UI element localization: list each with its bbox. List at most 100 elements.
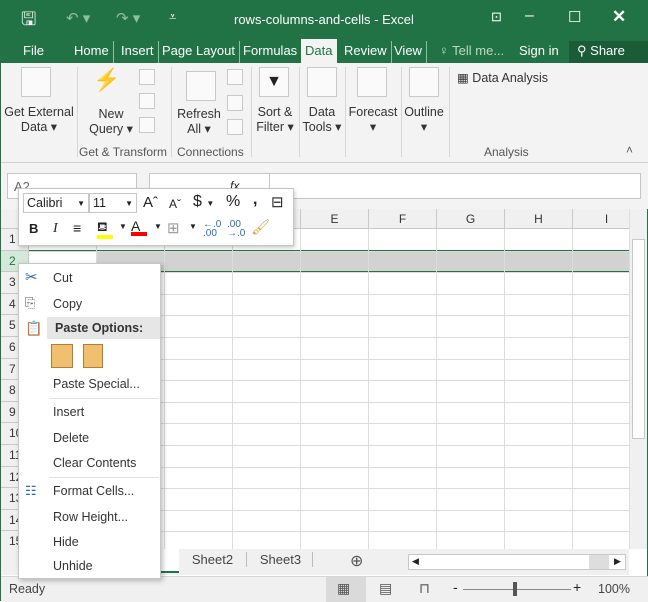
fill-color-dropdown[interactable]: ▼ bbox=[119, 222, 127, 231]
borders-icon[interactable]: ⊞ bbox=[167, 219, 180, 237]
menu-item-clear-contents[interactable]: Clear Contents bbox=[53, 456, 136, 470]
increase-font-icon[interactable]: Aˆ bbox=[143, 194, 158, 211]
menu-item-cut[interactable]: Cut bbox=[53, 271, 72, 285]
refresh-all-button[interactable]: Refresh All ▾ bbox=[175, 107, 223, 137]
percent-icon[interactable]: % bbox=[226, 193, 240, 211]
get-external-data-button[interactable]: Get External Data ▾ bbox=[3, 105, 75, 135]
data-analysis-button[interactable]: ▦ Data Analysis bbox=[457, 71, 548, 86]
currency-icon[interactable]: $ ▼ bbox=[193, 193, 214, 211]
column-header[interactable]: I bbox=[573, 209, 629, 229]
column-header[interactable]: H bbox=[505, 209, 573, 229]
tab-file[interactable]: File bbox=[19, 41, 48, 63]
column-header[interactable]: E bbox=[301, 209, 369, 229]
page-break-view-icon[interactable]: ⊓ bbox=[419, 580, 430, 597]
normal-view-icon[interactable]: ▦ bbox=[337, 580, 350, 597]
tab-insert[interactable]: Insert bbox=[117, 41, 159, 63]
decrease-font-icon[interactable]: Aˇ bbox=[169, 197, 181, 211]
save-icon[interactable]: 🖫 bbox=[21, 7, 36, 37]
menu-item-delete[interactable]: Delete bbox=[53, 431, 89, 445]
zoom-out-icon[interactable]: - bbox=[453, 579, 458, 595]
sort-filter-button[interactable]: Sort & Filter ▾ bbox=[253, 105, 297, 135]
column-header[interactable]: G bbox=[437, 209, 505, 229]
menu-item-insert[interactable]: Insert bbox=[53, 405, 84, 419]
horizontal-scrollbar[interactable]: ◀ ▶ bbox=[408, 554, 626, 570]
scroll-right-icon[interactable]: ▶ bbox=[614, 556, 621, 567]
paste-options-label: Paste Options: bbox=[55, 321, 144, 335]
minimize-icon[interactable]: – bbox=[525, 7, 534, 25]
menu-item-row-height[interactable]: Row Height... bbox=[53, 510, 128, 524]
increase-decimal-icon[interactable]: ←.0.00 bbox=[203, 220, 221, 239]
borders-dropdown[interactable]: ▼ bbox=[189, 222, 197, 231]
comma-style-icon[interactable]: , bbox=[253, 191, 257, 209]
connections-icon[interactable] bbox=[227, 69, 243, 85]
show-queries-icon[interactable] bbox=[139, 69, 155, 85]
sheet-tab-sheet2[interactable]: Sheet2 bbox=[179, 552, 247, 567]
tell-me-search[interactable]: ♀ Tell me... bbox=[435, 41, 508, 63]
from-table-icon[interactable] bbox=[139, 93, 155, 109]
ribbon-data: Get External Data ▾ ⚡ New Query ▾ Get & Tr… bbox=[1, 63, 648, 163]
redo-icon[interactable]: ↷ ▾ bbox=[116, 9, 140, 27]
menu-item-hide[interactable]: Hide bbox=[53, 535, 79, 549]
refresh-icon bbox=[186, 71, 216, 101]
maximize-icon[interactable]: ☐ bbox=[568, 8, 581, 26]
format-cells-icon: ☷ bbox=[25, 483, 37, 498]
tab-formulas[interactable]: Formulas bbox=[239, 41, 301, 63]
scroll-thumb[interactable] bbox=[632, 239, 645, 439]
menu-item-paste-special[interactable]: Paste Special... bbox=[53, 377, 140, 391]
column-header[interactable]: F bbox=[369, 209, 437, 229]
scroll-left-icon[interactable]: ◀ bbox=[412, 556, 419, 567]
tab-home[interactable]: Home bbox=[70, 41, 114, 63]
zoom-slider[interactable] bbox=[463, 589, 571, 590]
recent-sources-icon[interactable] bbox=[139, 117, 155, 133]
merge-center-icon[interactable]: ⊟ bbox=[271, 193, 284, 211]
forecast-icon bbox=[357, 67, 387, 97]
page-layout-view-icon[interactable]: ▤ bbox=[379, 580, 392, 597]
sheet-tab-sheet1[interactable] bbox=[161, 549, 179, 573]
format-painter-icon[interactable]: 🖌 bbox=[251, 218, 270, 236]
new-query-button[interactable]: New Query ▾ bbox=[85, 107, 137, 137]
window-title: rows-columns-and-cells - Excel bbox=[234, 12, 414, 27]
edit-links-icon[interactable] bbox=[227, 119, 243, 135]
sign-in-link[interactable]: Sign in bbox=[515, 41, 563, 63]
group-connections: Connections bbox=[177, 145, 244, 159]
font-color-dropdown[interactable]: ▼ bbox=[154, 222, 162, 231]
sheet-tab-sheet3[interactable]: Sheet3 bbox=[249, 552, 313, 567]
tab-review[interactable]: Review bbox=[340, 41, 392, 63]
data-tools-icon bbox=[307, 67, 337, 97]
zoom-in-icon[interactable]: + bbox=[573, 579, 581, 595]
menu-item-copy[interactable]: Copy bbox=[53, 297, 82, 311]
font-name-select[interactable]: Calibri ▼ bbox=[23, 193, 89, 213]
customize-qat-icon[interactable]: ⩡ bbox=[169, 9, 176, 25]
paste-values-icon[interactable] bbox=[83, 344, 103, 368]
bold-icon[interactable]: B bbox=[29, 221, 38, 236]
mini-toolbar: Calibri ▼ 11 ▼ Aˆ Aˇ $ ▼ % , ⊟ B I ≡ ⛾ ▼ A… bbox=[18, 188, 294, 246]
font-size-select[interactable]: 11 ▼ bbox=[89, 193, 137, 213]
properties-icon[interactable] bbox=[227, 95, 243, 111]
italic-icon[interactable]: I bbox=[53, 221, 58, 237]
person-icon: ⚲ bbox=[577, 43, 587, 58]
decrease-decimal-icon[interactable]: .00 →.0 bbox=[227, 220, 245, 239]
share-button[interactable]: ⚲ Share bbox=[569, 41, 648, 63]
vertical-scrollbar[interactable] bbox=[629, 209, 647, 549]
font-color-icon[interactable]: A bbox=[131, 218, 147, 236]
forecast-button[interactable]: Forecast ▾ bbox=[347, 105, 399, 135]
zoom-slider-thumb[interactable] bbox=[513, 582, 517, 596]
new-sheet-icon[interactable]: ⊕ bbox=[350, 551, 363, 571]
fill-color-icon[interactable]: ⛾ bbox=[97, 219, 113, 239]
formula-input[interactable] bbox=[269, 173, 641, 199]
data-tools-button[interactable]: Data Tools ▾ bbox=[301, 105, 343, 135]
tab-view[interactable]: View bbox=[390, 41, 427, 63]
zoom-level[interactable]: 100% bbox=[598, 582, 630, 596]
menu-item-format-cells[interactable]: Format Cells... bbox=[53, 484, 134, 498]
menu-item-unhide[interactable]: Unhide bbox=[53, 559, 93, 573]
outline-button[interactable]: Outline ▾ bbox=[401, 105, 447, 135]
center-align-icon[interactable]: ≡ bbox=[73, 220, 81, 236]
tab-data[interactable]: Data bbox=[301, 39, 337, 63]
collapse-ribbon-icon[interactable]: ˄ bbox=[626, 143, 633, 157]
paste-keep-formatting-icon[interactable] bbox=[51, 344, 73, 368]
ribbon-display-icon[interactable]: ⊡ bbox=[491, 9, 502, 25]
tab-page-layout[interactable]: Page Layout bbox=[158, 41, 241, 63]
undo-icon[interactable]: ↶ ▾ bbox=[66, 9, 90, 27]
close-icon[interactable]: ✕ bbox=[612, 7, 626, 27]
status-ready: Ready bbox=[9, 582, 46, 596]
